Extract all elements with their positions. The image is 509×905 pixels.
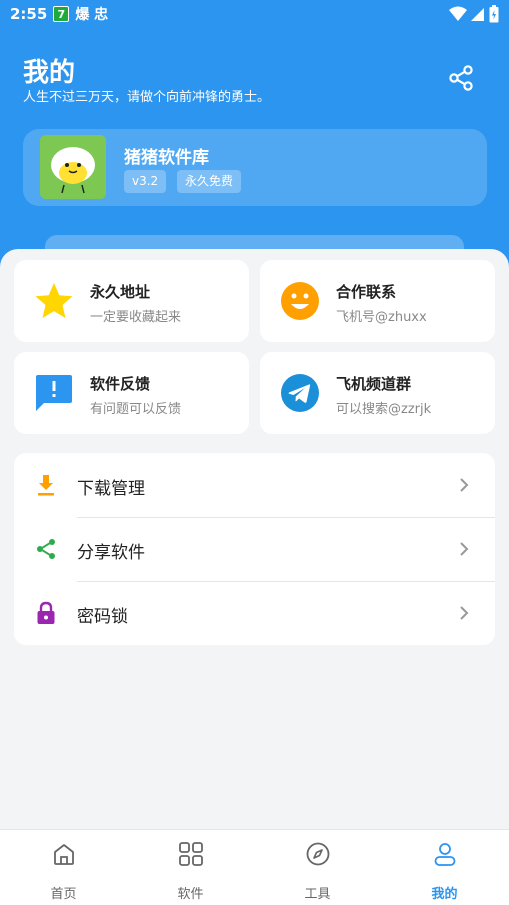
card-subtitle: 一定要收藏起来 bbox=[90, 310, 182, 325]
notification-badge: 7 bbox=[53, 6, 70, 22]
status-icons bbox=[449, 5, 499, 23]
menu-item-label: 分享软件 bbox=[77, 543, 145, 563]
permanent-address-card[interactable]: 永久地址 一定要收藏起来 bbox=[14, 260, 249, 342]
profile-card[interactable]: 猪猪软件库 v3.2 永久免费 bbox=[23, 129, 487, 206]
card-subtitle: 有问题可以反馈 bbox=[90, 402, 182, 417]
menu-item-label: 下载管理 bbox=[77, 479, 145, 499]
telegram-icon bbox=[281, 374, 319, 412]
status-time: 2:55 bbox=[10, 5, 48, 23]
tab-software[interactable]: 软件 bbox=[127, 830, 254, 905]
wifi-icon bbox=[449, 6, 467, 21]
page-title: 我的 bbox=[23, 58, 76, 88]
compass-icon bbox=[306, 842, 329, 866]
menu-item-share-software[interactable]: 分享软件 bbox=[14, 517, 495, 581]
tab-label: 工具 bbox=[304, 887, 331, 902]
download-icon bbox=[38, 475, 54, 496]
tab-mine[interactable]: 我的 bbox=[381, 830, 508, 905]
tab-tools[interactable]: 工具 bbox=[254, 830, 381, 905]
page-subtitle: 人生不过三万天，请做个向前冲锋的勇士。 bbox=[23, 90, 271, 105]
signal-icon bbox=[471, 8, 484, 21]
egg-mascot-icon bbox=[40, 135, 106, 199]
card-title: 合作联系 bbox=[336, 283, 397, 301]
settings-menu: 下载管理 分享软件 密码锁 bbox=[14, 453, 495, 645]
grid-icon bbox=[178, 842, 203, 866]
lock-icon bbox=[37, 601, 55, 624]
card-title: 飞机频道群 bbox=[336, 375, 412, 393]
bottom-tab-bar: 首页 软件 工具 我的 bbox=[0, 829, 509, 905]
version-badge: v3.2 bbox=[124, 170, 167, 193]
status-bar: 2:55 7 爆 忠 bbox=[0, 0, 509, 28]
share-icon[interactable] bbox=[447, 64, 475, 92]
cooperation-contact-card[interactable]: 合作联系 飞机号@zhuxx bbox=[260, 260, 495, 342]
smile-icon bbox=[281, 282, 319, 320]
feedback-icon bbox=[36, 375, 72, 411]
menu-item-password-lock[interactable]: 密码锁 bbox=[14, 581, 495, 645]
card-subtitle: 飞机号@zhuxx bbox=[336, 310, 427, 325]
feedback-card[interactable]: 软件反馈 有问题可以反馈 bbox=[14, 352, 249, 434]
menu-item-label: 密码锁 bbox=[77, 607, 128, 627]
menu-item-download-manager[interactable]: 下载管理 bbox=[14, 453, 495, 517]
card-title: 软件反馈 bbox=[90, 375, 151, 393]
chevron-right-icon bbox=[460, 478, 469, 492]
user-icon bbox=[434, 843, 455, 866]
app-avatar bbox=[40, 135, 106, 199]
tab-label: 我的 bbox=[431, 887, 458, 902]
free-badge: 永久免费 bbox=[177, 170, 242, 193]
telegram-channel-card[interactable]: 飞机频道群 可以搜索@zzrjk bbox=[260, 352, 495, 434]
star-icon bbox=[35, 283, 73, 318]
chevron-right-icon bbox=[460, 542, 469, 556]
chevron-right-icon bbox=[460, 606, 469, 620]
card-title: 永久地址 bbox=[90, 283, 151, 301]
app-name: 猪猪软件库 bbox=[124, 148, 209, 168]
tab-label: 首页 bbox=[50, 887, 77, 902]
notification-app-label: 爆 忠 bbox=[75, 7, 109, 23]
tab-home[interactable]: 首页 bbox=[0, 830, 127, 905]
battery-icon bbox=[489, 5, 499, 23]
home-icon bbox=[53, 844, 74, 865]
tab-label: 软件 bbox=[177, 887, 204, 902]
card-subtitle: 可以搜索@zzrjk bbox=[336, 402, 432, 417]
share-icon bbox=[37, 539, 55, 559]
